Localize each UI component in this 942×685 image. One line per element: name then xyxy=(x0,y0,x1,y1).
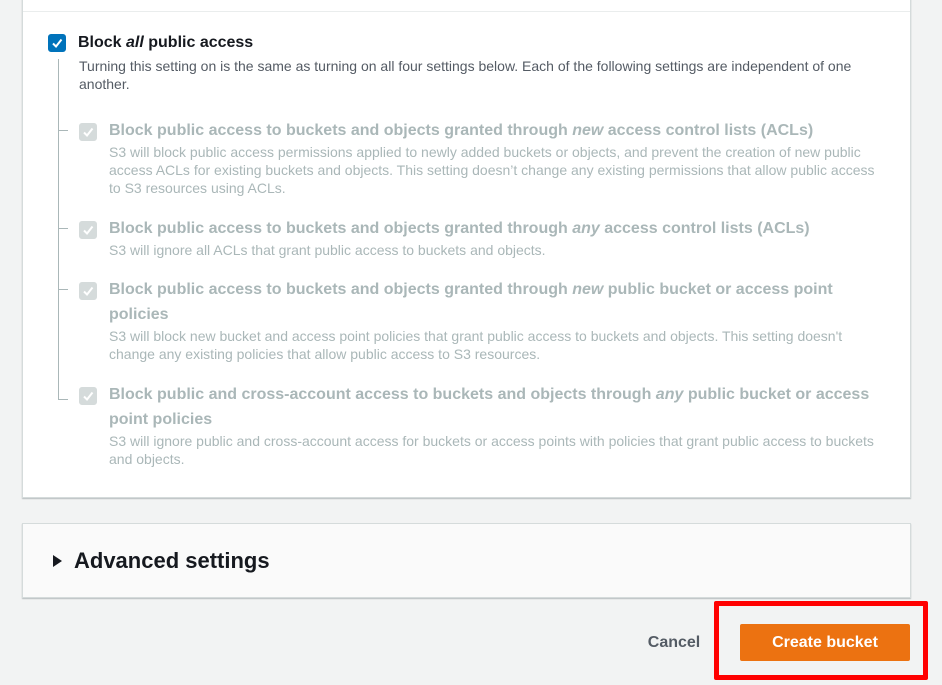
policy-new-description: S3 will block new bucket and access poin… xyxy=(109,328,843,362)
acl-any-checkbox[interactable] xyxy=(79,221,97,239)
policy-any-option[interactable]: Block public and cross-account access to… xyxy=(79,385,879,468)
policy-new-checkbox[interactable] xyxy=(79,282,97,300)
acl-any-description: S3 will ignore all ACLs that grant publi… xyxy=(109,242,546,258)
block-all-public-access-option[interactable]: Block all public access xyxy=(48,34,253,52)
acl-new-option[interactable]: Block public access to buckets and objec… xyxy=(79,121,879,197)
tree-branch xyxy=(58,228,68,229)
create-bucket-button[interactable]: Create bucket xyxy=(740,624,910,661)
create-bucket-page: Block all public access Turning this set… xyxy=(0,0,942,685)
acl-any-option[interactable]: Block public access to buckets and objec… xyxy=(79,219,879,259)
advanced-settings-section[interactable]: Advanced settings xyxy=(22,523,911,598)
policy-any-checkbox[interactable] xyxy=(79,387,97,405)
tree-connector xyxy=(58,59,59,399)
advanced-settings-label[interactable]: Advanced settings xyxy=(74,548,270,574)
block-all-checkbox[interactable] xyxy=(48,34,66,52)
cancel-button[interactable]: Cancel xyxy=(636,626,712,660)
policy-new-option[interactable]: Block public access to buckets and objec… xyxy=(79,280,879,363)
policy-any-description: S3 will ignore public and cross-account … xyxy=(109,433,874,467)
panel-divider xyxy=(23,11,910,12)
checkmark-icon xyxy=(83,225,94,236)
acl-new-description: S3 will block public access permissions … xyxy=(109,144,875,196)
checkmark-icon xyxy=(52,38,63,49)
block-all-label: Block all public access xyxy=(78,34,254,51)
acl-new-label: Block public access to buckets and objec… xyxy=(109,122,814,139)
caret-right-icon[interactable] xyxy=(53,554,62,567)
tree-branch xyxy=(58,289,68,290)
checkmark-icon xyxy=(83,127,94,138)
tree-branch xyxy=(58,399,68,400)
policy-new-label: Block public access to buckets and objec… xyxy=(109,281,833,323)
block-public-access-panel: Block all public access Turning this set… xyxy=(22,0,911,498)
checkmark-icon xyxy=(83,286,94,297)
acl-new-checkbox[interactable] xyxy=(79,123,97,141)
block-all-description: Turning this setting on is the same as t… xyxy=(79,58,852,92)
policy-any-label: Block public and cross-account access to… xyxy=(109,386,870,428)
acl-any-label: Block public access to buckets and objec… xyxy=(109,220,810,237)
tree-branch xyxy=(58,130,68,131)
checkmark-icon xyxy=(83,391,94,402)
